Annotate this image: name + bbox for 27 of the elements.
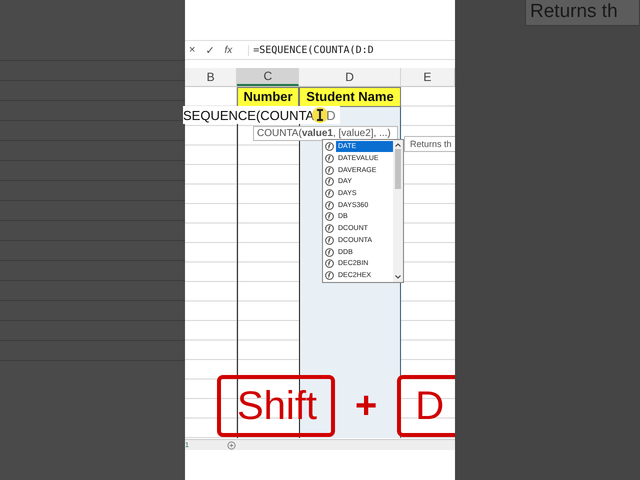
scroll-up-icon[interactable] (395, 143, 401, 147)
function-icon (325, 270, 334, 280)
function-hint-tooltip: COUNTA(value1, [value2], ...) (253, 126, 398, 141)
function-icon (325, 154, 334, 164)
function-icon (325, 142, 334, 152)
column-header[interactable]: D (299, 68, 401, 86)
blurred-tooltip-text: Returns th (525, 0, 640, 26)
table-header-cell: Number (237, 87, 299, 106)
function-icon (325, 200, 334, 210)
function-icon (325, 236, 334, 245)
function-icon (325, 177, 334, 186)
function-icon (325, 259, 334, 268)
scroll-down-icon[interactable] (395, 275, 401, 279)
add-sheet-icon[interactable] (227, 440, 236, 450)
column-header[interactable]: C (237, 68, 300, 86)
insert-function-button[interactable]: fx (224, 44, 232, 56)
plus-sign: + (355, 384, 378, 428)
function-icon (325, 166, 334, 175)
scrollbar[interactable] (393, 140, 403, 282)
function-icon (325, 248, 334, 257)
table-header-cell: Student Name (299, 87, 401, 106)
cancel-button[interactable]: × (189, 44, 196, 56)
text-cursor-icon (312, 107, 328, 123)
function-icon (325, 212, 334, 222)
function-icon (325, 224, 334, 234)
function-icon (325, 189, 334, 198)
enter-button[interactable]: ✓ (205, 44, 214, 56)
